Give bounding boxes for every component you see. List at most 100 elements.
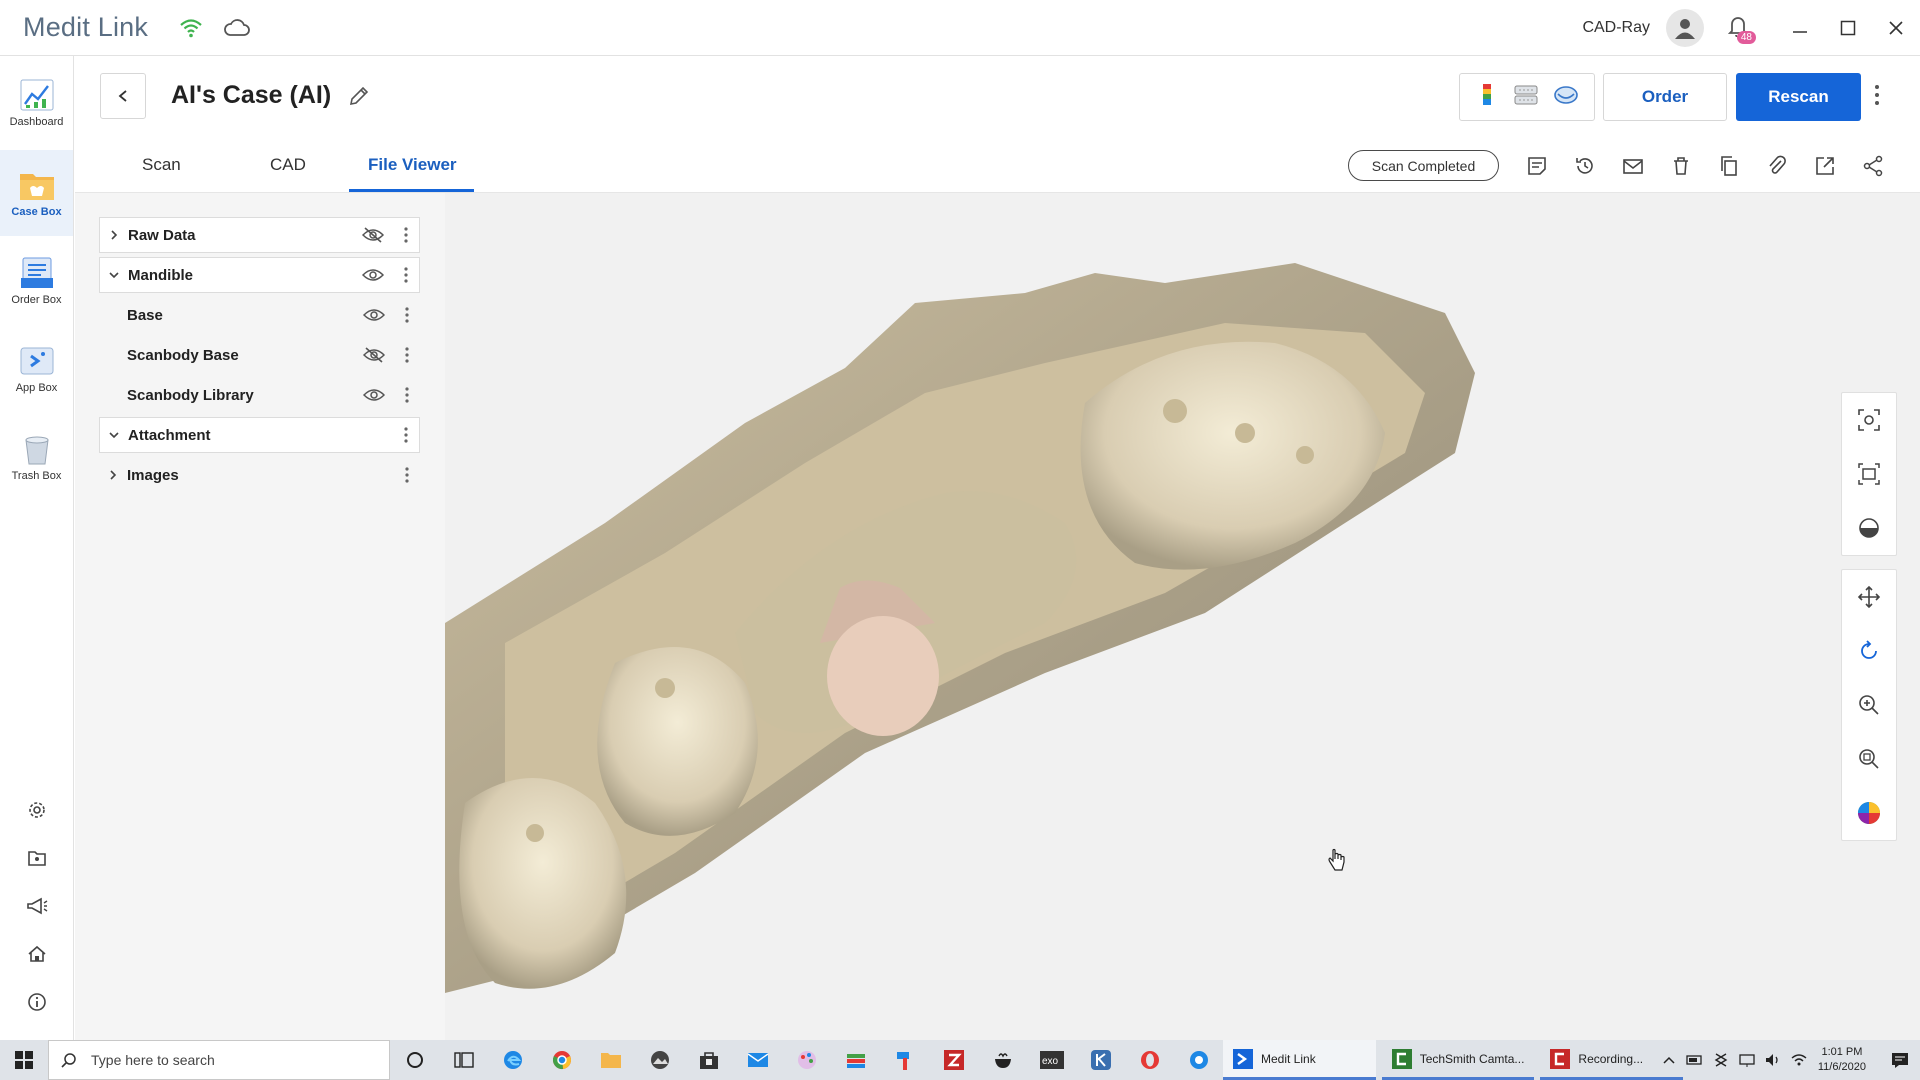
attach-button[interactable]: [1764, 153, 1790, 179]
filezilla-app[interactable]: [929, 1040, 978, 1080]
settings-button[interactable]: [0, 790, 73, 830]
rail-item-order-box[interactable]: Order Box: [0, 238, 73, 324]
chrome-app[interactable]: [537, 1040, 586, 1080]
folder-button[interactable]: [0, 838, 73, 878]
home-button[interactable]: [0, 934, 73, 974]
layer-attachment[interactable]: Attachment: [99, 417, 420, 453]
eye-icon[interactable]: [360, 307, 388, 323]
share-button[interactable]: [1860, 153, 1886, 179]
announcement-button[interactable]: [0, 886, 73, 926]
bowl-app[interactable]: [978, 1040, 1027, 1080]
history-button[interactable]: [1572, 153, 1598, 179]
occlusion-button[interactable]: [1512, 82, 1540, 113]
wifi-icon[interactable]: [1790, 1052, 1808, 1068]
taskbar-search[interactable]: Type here to search: [48, 1040, 390, 1080]
tool-app[interactable]: [880, 1040, 929, 1080]
layer-mandible[interactable]: Mandible: [99, 257, 420, 293]
kebab-icon[interactable]: [398, 307, 416, 323]
file-explorer-app[interactable]: [586, 1040, 635, 1080]
chevron-down-icon[interactable]: [100, 430, 128, 440]
avatar[interactable]: [1666, 9, 1704, 47]
edge-app[interactable]: [488, 1040, 537, 1080]
chevron-right-icon[interactable]: [99, 469, 127, 481]
chevron-down-icon[interactable]: [100, 270, 128, 280]
paint-app[interactable]: [782, 1040, 831, 1080]
task-view-button[interactable]: [439, 1040, 488, 1080]
note-button[interactable]: [1524, 153, 1550, 179]
kebab-icon[interactable]: [397, 267, 415, 283]
eye-off-icon[interactable]: [359, 227, 387, 243]
delete-button[interactable]: [1668, 153, 1694, 179]
copy-button[interactable]: [1716, 153, 1742, 179]
fit-view-button[interactable]: [1842, 393, 1896, 447]
eye-off-icon[interactable]: [360, 347, 388, 363]
more-options-button[interactable]: [1874, 84, 1880, 111]
opera-app[interactable]: [1125, 1040, 1174, 1080]
pan-button[interactable]: [1842, 570, 1896, 624]
color-display-button[interactable]: [1842, 786, 1896, 840]
color-layer-button[interactable]: [1474, 82, 1500, 113]
chevron-up-icon[interactable]: [1662, 1055, 1676, 1065]
clipping-button[interactable]: [1842, 501, 1896, 555]
rail-item-app-box[interactable]: App Box: [0, 326, 73, 412]
battery-icon[interactable]: [1686, 1052, 1704, 1068]
order-button[interactable]: Order: [1603, 73, 1727, 121]
screenshot-button[interactable]: [1842, 447, 1896, 501]
zoom-fit-button[interactable]: [1842, 732, 1896, 786]
volume-icon[interactable]: [1764, 1052, 1782, 1068]
taskbar-clock[interactable]: 1:01 PM 11/6/2020: [1818, 1045, 1866, 1075]
tab-file-viewer[interactable]: File Viewer: [368, 155, 457, 191]
message-button[interactable]: [1620, 153, 1646, 179]
start-button[interactable]: [0, 1040, 48, 1080]
half-sphere-icon: [1859, 518, 1879, 538]
layer-label: Images: [127, 466, 179, 484]
store-app[interactable]: [684, 1040, 733, 1080]
action-center-button[interactable]: [1880, 1040, 1920, 1080]
taskbar-window-medit-link[interactable]: Medit Link: [1223, 1040, 1376, 1080]
info-button[interactable]: [0, 982, 73, 1022]
taskbar-window-camtasia[interactable]: TechSmith Camta...: [1381, 1040, 1535, 1080]
export-button[interactable]: [1812, 153, 1838, 179]
app-gear[interactable]: [1174, 1040, 1223, 1080]
rail-item-case-box[interactable]: Case Box: [0, 150, 73, 236]
tab-scan[interactable]: Scan: [142, 155, 181, 191]
exocad-app[interactable]: exo: [1027, 1040, 1076, 1080]
layer-scanbody-base[interactable]: Scanbody Base: [99, 337, 420, 373]
kebab-icon[interactable]: [397, 427, 415, 443]
model-view-button[interactable]: [1552, 82, 1580, 113]
photos-app[interactable]: [635, 1040, 684, 1080]
layer-images[interactable]: Images: [99, 457, 420, 493]
minimize-button[interactable]: [1776, 0, 1824, 56]
cloud-icon[interactable]: [224, 18, 250, 37]
back-button[interactable]: [100, 73, 146, 119]
edit-title-button[interactable]: [348, 85, 370, 112]
kebab-icon[interactable]: [398, 347, 416, 363]
dropbox-icon[interactable]: [1712, 1052, 1730, 1068]
rotate-button[interactable]: [1842, 624, 1896, 678]
close-button[interactable]: [1872, 0, 1920, 56]
kebab-icon[interactable]: [398, 467, 416, 483]
rail-item-dashboard[interactable]: Dashboard: [0, 60, 73, 146]
3d-viewport[interactable]: [445, 193, 1920, 1040]
network-icon[interactable]: [1738, 1052, 1756, 1068]
cortana-button[interactable]: [390, 1040, 439, 1080]
chevron-right-icon[interactable]: [100, 229, 128, 241]
status-badge[interactable]: Scan Completed: [1348, 150, 1499, 181]
kebab-icon[interactable]: [397, 227, 415, 243]
eye-icon[interactable]: [359, 267, 387, 283]
maximize-button[interactable]: [1824, 0, 1872, 56]
notifications-button[interactable]: 48: [1727, 15, 1756, 44]
rail-item-trash-box[interactable]: Trash Box: [0, 414, 73, 500]
layer-scanbody-library[interactable]: Scanbody Library: [99, 377, 420, 413]
books-app[interactable]: [831, 1040, 880, 1080]
rescan-button[interactable]: Rescan: [1736, 73, 1861, 121]
eye-icon[interactable]: [360, 387, 388, 403]
zoom-in-button[interactable]: [1842, 678, 1896, 732]
kebab-icon[interactable]: [398, 387, 416, 403]
layer-raw-data[interactable]: Raw Data: [99, 217, 420, 253]
app-k[interactable]: [1076, 1040, 1125, 1080]
dental-scan-model[interactable]: [445, 193, 1920, 1040]
mail-app[interactable]: [733, 1040, 782, 1080]
tab-cad[interactable]: CAD: [270, 155, 306, 191]
layer-base[interactable]: Base: [99, 297, 420, 333]
